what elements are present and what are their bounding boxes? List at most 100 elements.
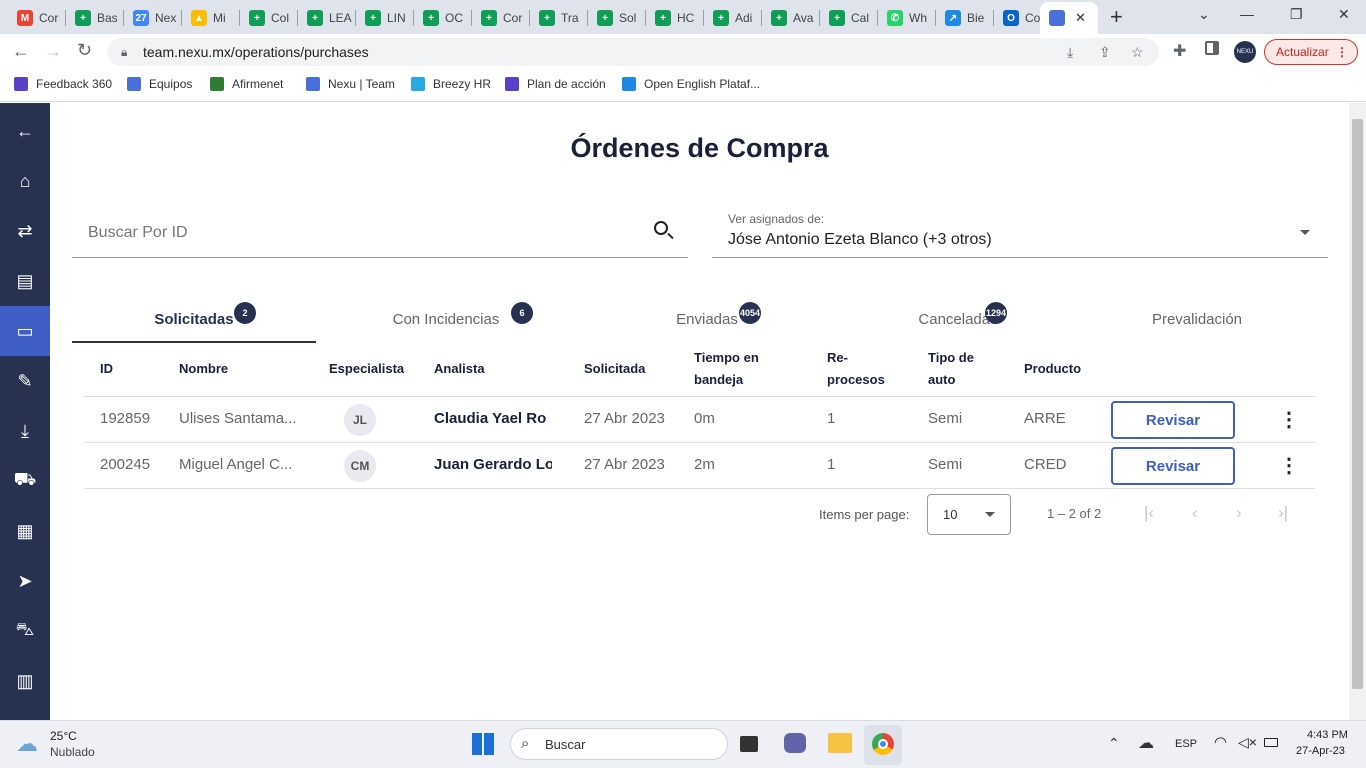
last-page-icon[interactable]: ›| (1278, 503, 1288, 523)
next-page-icon[interactable]: › (1236, 503, 1242, 523)
bookmark-item[interactable]: Afirmenet (210, 77, 283, 91)
sidebar-send-icon[interactable]: ➤ (0, 556, 50, 606)
assigned-select[interactable]: Ver asignados de: Jóse Antonio Ezeta Bla… (712, 206, 1328, 258)
search-input[interactable]: Buscar Por ID (88, 224, 188, 242)
cell-solicitada: 27 Abr 2023 (584, 456, 665, 473)
browser-tab[interactable]: + Ava (762, 4, 820, 32)
search-field[interactable]: Buscar Por ID (72, 211, 688, 258)
sidepanel-icon[interactable] (1205, 41, 1219, 55)
browser-tab[interactable]: + Sol (588, 4, 646, 32)
extensions-icon[interactable]: ✚ (1173, 41, 1186, 61)
address-bar[interactable]: 🔒︎ team.nexu.mx/operations/purchases ⤓ ⇪… (107, 38, 1159, 66)
page-size-select[interactable]: 10 (927, 494, 1011, 535)
weather-desc[interactable]: Nublado (50, 745, 95, 759)
bookmark-item[interactable]: Breezy HR (411, 77, 491, 91)
bookmark-label: Breezy HR (433, 77, 492, 91)
wifi-icon[interactable]: ◠ (1214, 733, 1227, 751)
browser-tab[interactable]: ↗ Bie (936, 4, 994, 32)
prev-page-icon[interactable]: ‹ (1192, 503, 1198, 523)
browser-tab[interactable]: + LIN (356, 4, 414, 32)
sidebar-arrow-left-icon[interactable]: ← (0, 106, 50, 156)
scrollbar-thumb[interactable] (1352, 119, 1363, 689)
bookmark-item[interactable]: Equipos (127, 77, 192, 91)
document-icon: ▦ (16, 520, 34, 541)
volume-icon[interactable]: ◁× (1238, 734, 1257, 751)
chrome-inner-icon (878, 739, 888, 749)
new-tab-icon[interactable]: + (1110, 4, 1123, 30)
clock-time[interactable]: 4:43 PM (1307, 729, 1348, 741)
clock-date[interactable]: 27-Apr-23 (1296, 745, 1345, 757)
task-view-icon[interactable] (740, 736, 758, 752)
browser-tab[interactable]: + Cal (820, 4, 878, 32)
sidebar-hand-icon[interactable]: ⤓ (0, 406, 50, 456)
sidebar-home-icon[interactable]: ⌂ (0, 156, 50, 206)
battery-icon[interactable] (1264, 738, 1278, 747)
revisar-button[interactable]: Revisar (1111, 447, 1235, 485)
sidebar-car-icon[interactable]: ⛍ (0, 606, 50, 656)
sidebar-receipt-icon[interactable]: ▥ (0, 656, 50, 706)
tab-prevalidación[interactable]: Prevalidación (1077, 311, 1317, 328)
sidebar-swap-icon[interactable]: ⇄ (0, 206, 50, 256)
close-window-icon[interactable]: ✕ (1338, 6, 1350, 23)
tab-search-chevron-icon[interactable]: ⌄ (1198, 6, 1210, 23)
file-explorer-icon[interactable] (828, 733, 852, 753)
chrome-taskbar-button[interactable] (864, 725, 902, 765)
close-tab-icon[interactable]: ✕ (1075, 10, 1086, 26)
browser-tab[interactable]: 27 Nex (124, 4, 182, 32)
browser-tab[interactable]: ✆ Wh (878, 4, 936, 32)
weather-temp[interactable]: 25°C (50, 729, 77, 743)
browser-tab[interactable]: + LEA (298, 4, 356, 32)
browser-tab[interactable]: + Bas (66, 4, 124, 32)
first-page-icon[interactable]: |‹ (1144, 503, 1154, 523)
reload-icon[interactable]: ↻ (77, 40, 92, 61)
cloud-icon[interactable]: ☁ (16, 731, 38, 757)
windows-start-icon[interactable] (472, 733, 494, 755)
sidebar-money-icon[interactable]: ▭ (0, 306, 50, 356)
install-icon[interactable]: ⤓ (1067, 38, 1073, 66)
tab-enviadas[interactable]: Enviadas (587, 311, 827, 328)
page-scrollbar[interactable] (1349, 103, 1366, 720)
col-analista: Analista (434, 361, 485, 376)
sidebar-document-icon[interactable]: ▦ (0, 506, 50, 556)
row-menu-dots-icon[interactable]: ⋮ (1279, 410, 1299, 430)
range-label: 1 – 2 of 2 (1047, 506, 1102, 521)
restore-icon[interactable]: ❐ (1290, 6, 1303, 23)
share-icon[interactable]: ⇪ (1099, 38, 1111, 66)
browser-tab[interactable]: + Adi (704, 4, 762, 32)
row-menu-dots-icon[interactable]: ⋮ (1279, 456, 1299, 476)
table-row[interactable]: 200245 Miguel Angel C... Juan Gerardo Lo 27… (84, 443, 1315, 489)
bookmark-item[interactable]: Open English Plataf... (622, 77, 760, 91)
teams-chat-icon[interactable] (784, 733, 806, 753)
search-icon[interactable] (654, 221, 674, 240)
forward-icon[interactable]: → (44, 41, 62, 62)
table-row[interactable]: 192859 Ulises Santama... Claudia Yael Ro 27… (84, 397, 1315, 443)
onedrive-icon[interactable]: ☁ (1138, 733, 1154, 753)
browser-tab[interactable]: + Tra (530, 4, 588, 32)
star-icon[interactable]: ☆ (1131, 38, 1144, 66)
chevron-down-icon[interactable] (1300, 230, 1310, 235)
revisar-button[interactable]: Revisar (1111, 401, 1235, 439)
browser-tab[interactable]: + Col (240, 4, 298, 32)
tray-chevron-up-icon[interactable]: ⌃ (1108, 735, 1120, 752)
taskbar-search[interactable]: ⌕ Buscar (510, 728, 728, 760)
tab-canceladas[interactable]: Canceladas (838, 311, 1078, 328)
bookmark-item[interactable]: Nexu | Team (306, 77, 395, 91)
browser-tab[interactable]: M Cor (8, 4, 66, 32)
search-icon: ⌕ (521, 735, 530, 752)
bookmark-item[interactable]: Feedback 360 (14, 77, 112, 91)
bookmark-item[interactable]: Plan de acción (505, 77, 606, 91)
update-button[interactable]: Actualizar ⋮ (1264, 39, 1358, 65)
minimize-icon[interactable]: — (1240, 6, 1254, 22)
tab-solicitadas[interactable]: Solicitadas (74, 311, 314, 328)
sidebar-book-icon[interactable]: ▤ (0, 256, 50, 306)
profile-avatar[interactable]: NEXU (1234, 41, 1256, 63)
back-icon[interactable]: ← (12, 41, 30, 62)
language-indicator[interactable]: ESP (1175, 738, 1197, 750)
sidebar-car-crash-icon[interactable]: ⛟ (0, 456, 50, 506)
browser-tab[interactable]: + HC (646, 4, 704, 32)
browser-tab-active[interactable]: ✕ (1040, 2, 1098, 34)
browser-tab[interactable]: + Cor (472, 4, 530, 32)
sidebar-edit-icon[interactable]: ✎ (0, 356, 50, 406)
browser-tab[interactable]: + OC (414, 4, 472, 32)
browser-tab[interactable]: ▲ Mi (182, 4, 240, 32)
